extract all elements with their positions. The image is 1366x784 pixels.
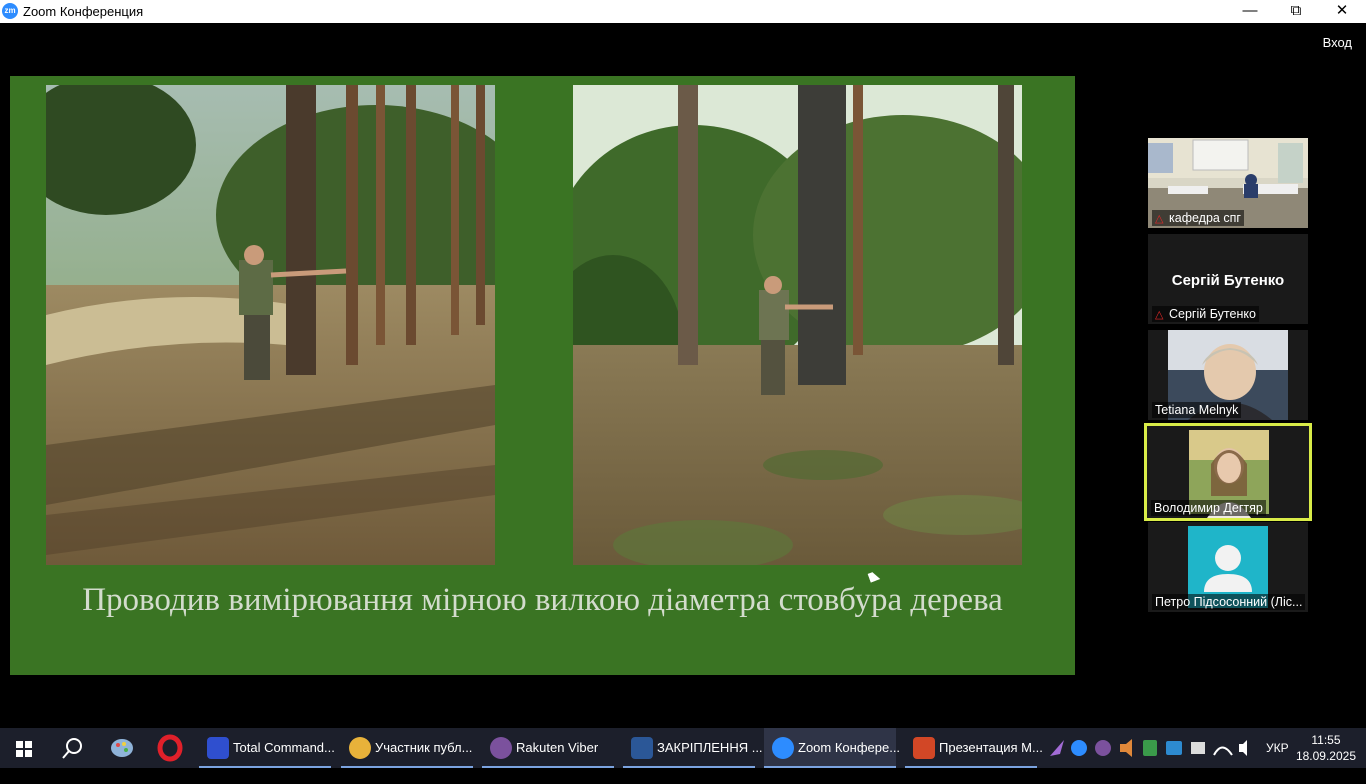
chrome-icon	[349, 737, 371, 759]
taskbar-app-label: Rakuten Viber	[516, 740, 599, 755]
shared-slide: Проводив вимірювання мірною вилкою діаме…	[10, 76, 1075, 675]
restore-button[interactable]: ⧉	[1273, 0, 1319, 23]
slide-caption: Проводив вимірювання мірною вилкою діаме…	[82, 582, 1003, 618]
total-commander-icon	[207, 737, 229, 759]
participant-display-name: Сергій Бутенко	[1171, 272, 1285, 289]
taskbar-app-label: Участник публ...	[375, 740, 473, 755]
windows-logo-icon	[16, 741, 32, 757]
forest-photo-right	[573, 85, 1022, 565]
close-button[interactable]: ✕	[1319, 0, 1365, 23]
minimize-button[interactable]: —	[1227, 0, 1273, 23]
tray-icons	[1050, 739, 1247, 757]
participant-name: △ Сергій Бутенко	[1152, 306, 1259, 322]
system-tray	[1046, 728, 1256, 768]
exit-button[interactable]: Вход	[1323, 35, 1352, 50]
clock-time: 11:55	[1311, 733, 1341, 747]
participant-name: △ кафедра спг	[1152, 210, 1244, 226]
windows-taskbar: Total Command... Участник публ... Rakute…	[0, 728, 1366, 768]
zoom-icon	[772, 737, 794, 759]
forest-photo-left	[46, 85, 495, 565]
window-titlebar: zm Zoom Конференция — ⧉ ✕	[0, 0, 1366, 23]
participant-tile[interactable]: Tetiana Melnyk	[1148, 330, 1308, 420]
participant-name-text: Сергій Бутенко	[1169, 307, 1256, 321]
taskbar-app-total-commander[interactable]: Total Command...	[199, 728, 335, 768]
search-icon	[62, 738, 82, 759]
taskbar-app-powerpoint[interactable]: Презентация М...	[905, 728, 1043, 768]
search-button[interactable]	[48, 728, 96, 768]
participant-name: Петро Підсосонний (Ліс...	[1152, 594, 1306, 610]
opera-button[interactable]	[148, 728, 196, 768]
participant-tile[interactable]: Петро Підсосонний (Ліс...	[1148, 522, 1308, 612]
paint-icon	[111, 739, 133, 757]
taskbar-app-label: ЗАКРІПЛЕННЯ ...	[657, 740, 763, 755]
taskbar-app-word[interactable]: ЗАКРІПЛЕННЯ ...	[623, 728, 763, 768]
word-icon	[631, 737, 653, 759]
taskbar-app-label: Презентация М...	[939, 740, 1043, 755]
opera-icon	[157, 734, 183, 762]
participant-name-text: кафедра спг	[1169, 211, 1241, 225]
taskbar-app-viber[interactable]: Rakuten Viber	[482, 728, 614, 768]
clock-date: 18.09.2025	[1295, 749, 1356, 763]
muted-mic-icon: △	[1155, 309, 1164, 321]
taskbar-app-label: Zoom Конфере...	[798, 740, 901, 755]
powerpoint-icon	[913, 737, 935, 759]
participant-tile[interactable]: △ кафедра спг	[1148, 138, 1308, 228]
viber-icon	[490, 737, 512, 759]
language-indicator[interactable]: УКР	[1266, 728, 1289, 768]
start-button[interactable]	[0, 728, 48, 768]
participant-tile[interactable]: Сергій Бутенко △ Сергій Бутенко	[1148, 234, 1308, 324]
taskbar-app-label: Total Command...	[233, 740, 335, 755]
participant-tile-speaking[interactable]: Володимир Дегтяр	[1144, 423, 1312, 521]
participant-name: Tetiana Melnyk	[1152, 402, 1242, 418]
muted-mic-icon: △	[1155, 213, 1164, 225]
system-clock[interactable]: 11:55 18.09.2025	[1296, 732, 1356, 764]
participant-name: Володимир Дегтяр	[1151, 500, 1266, 516]
paint-app-button[interactable]	[98, 728, 146, 768]
taskbar-app-zoom[interactable]: Zoom Конфере...	[764, 728, 900, 768]
window-title: Zoom Конференция	[23, 4, 144, 19]
taskbar-app-chrome[interactable]: Участник публ...	[341, 728, 473, 768]
zoom-logo-icon: zm	[2, 3, 18, 19]
